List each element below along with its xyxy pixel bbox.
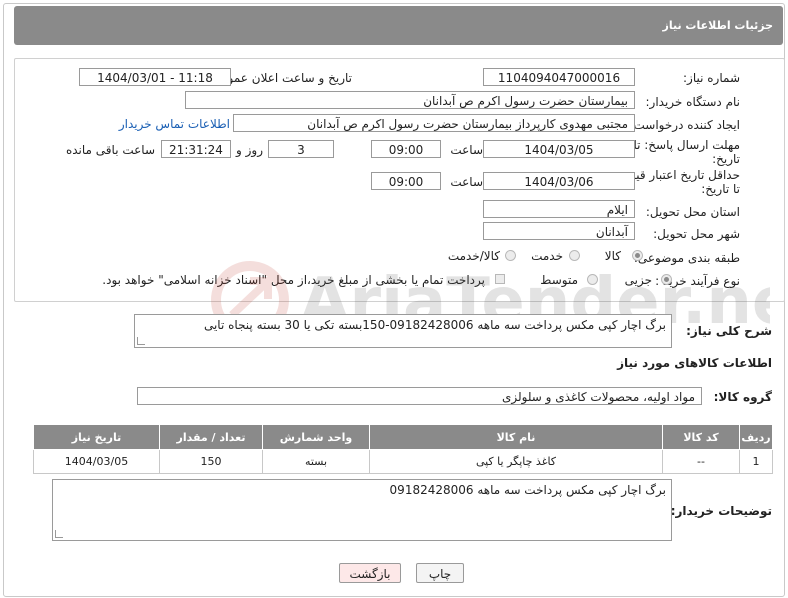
process-option-medium: متوسط — [540, 273, 578, 287]
remaining-time-field: 21:31:24 — [161, 140, 231, 158]
buyer-org-field: بیمارستان حضرت رسول اکرم ص آبدانان — [185, 91, 635, 109]
cell-quantity: 150 — [159, 449, 263, 474]
process-radio-minor[interactable] — [661, 274, 672, 285]
remaining-time-label: ساعت باقی مانده — [65, 143, 155, 157]
days-remaining-field: 3 — [268, 140, 334, 158]
goods-group-label: گروه کالا: — [713, 390, 772, 404]
creator-field: مجتبی مهدوی کارپرداز بیمارستان حضرت رسول… — [233, 114, 635, 132]
cell-code: -- — [662, 449, 740, 474]
city-label: شهر محل تحویل: — [653, 227, 740, 241]
announce-date-field: 1404/03/01 - 11:18 — [79, 68, 231, 86]
category-radio-goods-service[interactable] — [505, 250, 516, 261]
city-field: آبدانان — [483, 222, 635, 240]
cell-row-number: 1 — [739, 449, 773, 474]
description-label: شرح کلی نیاز: — [686, 324, 772, 338]
table-header-row: ردیف کد کالا نام کالا واحد شمارش تعداد /… — [33, 424, 773, 450]
process-option-minor: جزیی — [624, 273, 652, 287]
print-button[interactable]: چاپ — [416, 563, 464, 583]
price-date-field: 1404/03/06 — [483, 172, 635, 190]
reply-date-field: 1404/03/05 — [483, 140, 635, 158]
need-number-label: شماره نیاز: — [683, 71, 740, 85]
process-radio-medium[interactable] — [587, 274, 598, 285]
category-radio-service[interactable] — [569, 250, 580, 261]
table-row: 1 -- کاغذ چاپگر یا کپی بسته 150 1404/03/… — [33, 449, 773, 474]
resize-handle[interactable] — [137, 337, 145, 345]
buyer-notes-text: برگ اچار کپی مکس پرداخت سه ماهه 09182428… — [389, 483, 666, 497]
description-textarea: برگ اچار کپی مکس پرداخت سه ماهه 09182428… — [134, 314, 672, 348]
category-option-goods: کالا — [604, 249, 621, 263]
buyer-notes-textarea: برگ اچار کپی مکس پرداخت سه ماهه 09182428… — [52, 479, 672, 541]
resize-handle[interactable] — [55, 530, 63, 538]
province-label: استان محل تحویل: — [645, 205, 740, 219]
goods-table: ردیف کد کالا نام کالا واحد شمارش تعداد /… — [33, 424, 773, 474]
reply-time-field: 09:00 — [371, 140, 441, 158]
category-label: طبقه بندی موضوعی: — [633, 251, 740, 265]
col-header-name: نام کالا — [369, 424, 663, 450]
back-button[interactable]: بازگشت — [339, 563, 401, 583]
col-header-row-number: ردیف — [739, 424, 773, 450]
category-radio-goods[interactable] — [632, 250, 643, 261]
treasury-checkbox[interactable] — [495, 274, 505, 284]
page-title: جزئیات اطلاعات نیاز — [662, 19, 774, 32]
goods-info-title: اطلاعات کالاهای مورد نیاز — [617, 356, 772, 370]
page-header: جزئیات اطلاعات نیاز — [14, 6, 783, 45]
days-label: روز و — [236, 143, 263, 157]
price-time-field: 09:00 — [371, 172, 441, 190]
cell-name: کاغذ چاپگر یا کپی — [369, 449, 663, 474]
buyer-notes-label: توضیحات خریدار: — [670, 504, 772, 518]
buyer-contact-link[interactable]: اطلاعات تماس خریدار — [119, 117, 230, 131]
reply-deadline-label-2: تاریخ: — [712, 152, 740, 166]
price-time-label: ساعت — [450, 175, 483, 189]
col-header-unit: واحد شمارش — [262, 424, 370, 450]
category-option-service: خدمت — [531, 249, 563, 263]
buyer-org-label: نام دستگاه خریدار: — [645, 95, 741, 109]
creator-label: ایجاد کننده درخواست: — [629, 118, 740, 132]
province-field: ایلام — [483, 200, 635, 218]
goods-group-field: مواد اولیه، محصولات کاغذی و سلولزی — [137, 387, 702, 405]
reply-deadline-label: مهلت ارسال پاسخ: تا — [633, 138, 740, 152]
col-header-quantity: تعداد / مقدار — [159, 424, 263, 450]
reply-time-label: ساعت — [450, 143, 483, 157]
cell-unit: بسته — [262, 449, 370, 474]
category-option-goods-service: کالا/خدمت — [447, 249, 500, 263]
price-validity-label-2: تا تاریخ: — [701, 182, 740, 196]
cell-need-date: 1404/03/05 — [33, 449, 160, 474]
treasury-note: پرداخت تمام یا بخشی از مبلغ خرید،از محل … — [102, 273, 485, 287]
description-text: برگ اچار کپی مکس پرداخت سه ماهه 09182428… — [203, 318, 666, 332]
col-header-need-date: تاریخ نیاز — [33, 424, 160, 450]
need-number-field: 1104094047000016 — [483, 68, 635, 86]
col-header-code: کد کالا — [662, 424, 740, 450]
